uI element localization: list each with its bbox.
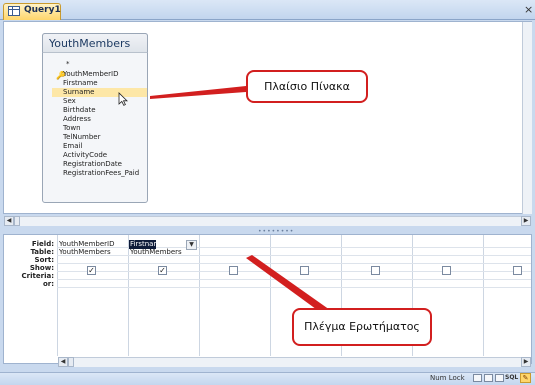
grid-column-divider (57, 235, 58, 356)
sql-view-icon[interactable]: SQL (505, 374, 518, 381)
grid-scroll-left-icon[interactable]: ◀ (58, 357, 68, 367)
grid-show-checkbox[interactable]: ✓ (87, 266, 96, 275)
field-item[interactable]: Town (63, 124, 81, 132)
close-document-icon[interactable]: × (524, 3, 533, 16)
grid-show-checkbox[interactable] (371, 266, 380, 275)
grid-row-label: Field: (31, 240, 54, 248)
grid-column-divider (128, 235, 129, 356)
callout-table-pane: Πλαίσιο Πίνακα (246, 70, 368, 103)
scroll-left-icon[interactable]: ◀ (4, 216, 14, 226)
grid-row-label: or: (42, 280, 54, 288)
scroll-thumb[interactable] (14, 216, 20, 226)
grid-show-checkbox[interactable] (513, 266, 522, 275)
mouse-cursor-icon (118, 92, 128, 106)
design-view-icon[interactable]: ✎ (520, 373, 531, 383)
table-field-list-title[interactable]: YouthMembers (42, 33, 148, 53)
selected-field-cell[interactable]: Firstname (129, 240, 165, 249)
grid-scroll-thumb[interactable] (68, 357, 74, 367)
field-item[interactable]: RegistrationDate (63, 160, 122, 168)
field-item[interactable]: Surname (63, 88, 95, 96)
tab-label: Query1 (24, 5, 61, 15)
grid-horizontal-scrollbar[interactable] (58, 357, 531, 367)
grid-column-divider (270, 235, 271, 356)
grid-row-divider (57, 287, 531, 288)
scroll-right-icon[interactable]: ▶ (521, 216, 531, 226)
grid-table-cell[interactable]: YouthMembers (59, 248, 111, 256)
pivottable-view-icon[interactable] (484, 374, 493, 382)
field-item[interactable]: Address (63, 115, 91, 123)
num-lock-indicator: Num Lock (430, 374, 465, 382)
grid-column-divider (483, 235, 484, 356)
pivotchart-view-icon[interactable] (495, 374, 504, 382)
field-item[interactable]: TelNumber (63, 133, 100, 141)
field-item[interactable]: Sex (63, 97, 76, 105)
grid-row-divider (57, 271, 531, 272)
field-item[interactable]: ActivityCode (63, 151, 107, 159)
table-pane-vertical-scrollbar[interactable] (522, 22, 532, 214)
table-pane-horizontal-scrollbar[interactable] (4, 216, 531, 226)
field-item[interactable]: Email (63, 142, 82, 150)
field-item[interactable]: Birthdate (63, 106, 96, 114)
grid-table-cell[interactable]: YouthMembers (130, 248, 182, 256)
document-tab-bar (0, 0, 535, 20)
grid-show-checkbox[interactable] (442, 266, 451, 275)
grid-scroll-right-icon[interactable]: ▶ (521, 357, 531, 367)
tab-query1[interactable]: Query1 (3, 3, 61, 20)
table-field-list[interactable] (42, 33, 148, 203)
field-all-columns[interactable]: * (66, 60, 70, 68)
query-icon (8, 6, 20, 16)
grid-column-divider (199, 235, 200, 356)
grid-row-label: Criteria: (21, 272, 54, 280)
field-item[interactable]: YouthMemberID (63, 70, 119, 78)
grid-row-divider (57, 263, 531, 264)
grid-row-divider (57, 255, 531, 256)
datasheet-view-icon[interactable] (473, 374, 482, 382)
grid-row-label: Table: (30, 248, 54, 256)
grid-row-label: Sort: (34, 256, 54, 264)
grid-row-label: Show: (29, 264, 54, 272)
callout-query-grid: Πλέγμα Ερωτήματος (292, 308, 432, 346)
grid-field-cell[interactable]: YouthMemberID (59, 240, 115, 248)
grid-row-divider (57, 279, 531, 280)
grid-show-checkbox[interactable] (229, 266, 238, 275)
grid-show-checkbox[interactable]: ✓ (158, 266, 167, 275)
field-item[interactable]: RegistrationFees_Paid (63, 169, 139, 177)
field-item[interactable]: Firstname (63, 79, 98, 87)
field-dropdown-icon[interactable]: ▼ (186, 240, 197, 250)
grid-show-checkbox[interactable] (300, 266, 309, 275)
